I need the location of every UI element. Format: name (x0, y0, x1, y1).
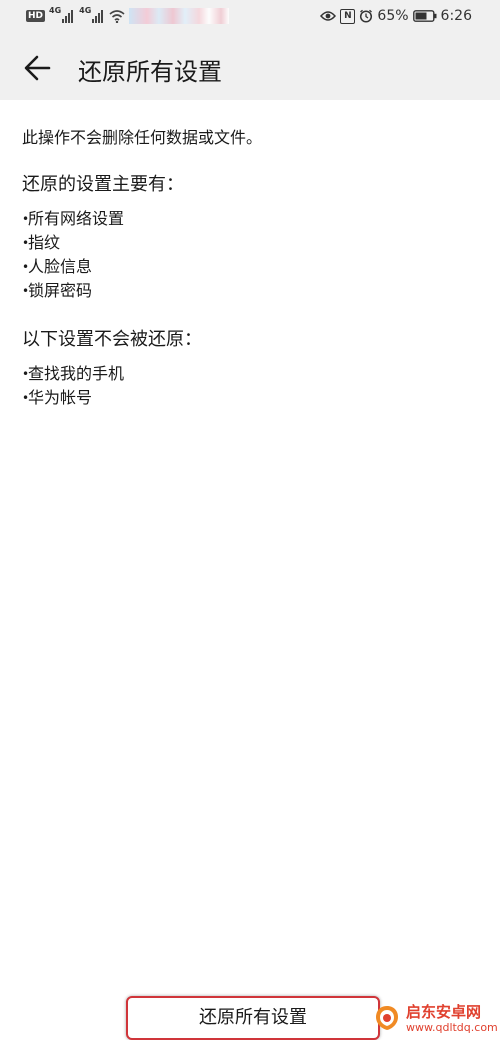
reset-items-heading: 还原的设置主要有： (22, 174, 184, 195)
list-item-label: 华为帐号 (28, 388, 93, 407)
hd-badge: HD (26, 10, 46, 22)
status-left: HD 4G 4G (26, 5, 230, 24)
network-type-label-2: 4G (79, 5, 92, 15)
list-item: •人脸信息 (22, 255, 478, 279)
wifi-icon (109, 9, 125, 23)
back-arrow-icon (24, 55, 51, 81)
list-item-label: 查找我的手机 (28, 364, 125, 383)
eye-comfort-icon (320, 11, 337, 21)
list-item: •锁屏密码 (22, 279, 478, 303)
nfc-icon: N (340, 8, 356, 24)
watermark-text: 启东安卓网 www.qdltdq.com (406, 1003, 498, 1034)
list-item-label: 指纹 (28, 233, 61, 252)
list-item: •查找我的手机 (22, 362, 478, 386)
status-right: N 65% 6:26 (320, 8, 472, 24)
intro-text: 此操作不会删除任何数据或文件。 (22, 128, 263, 147)
app-bar: 还原所有设置 (0, 36, 500, 100)
list-item-label: 锁屏密码 (28, 281, 93, 300)
signal-icon (62, 9, 74, 23)
watermark-name: 启东安卓网 (406, 1002, 482, 1021)
not-reset-heading: 以下设置不会被还原： (22, 329, 202, 350)
battery-percent: 65% (377, 8, 409, 24)
back-button[interactable] (20, 52, 56, 84)
list-item-label: 人脸信息 (28, 257, 93, 276)
page-title: 还原所有设置 (78, 58, 222, 86)
reset-all-settings-button[interactable]: 还原所有设置 (126, 996, 380, 1040)
list-item: •所有网络设置 (22, 207, 478, 231)
blurred-carrier-name (129, 8, 230, 24)
alarm-icon (360, 9, 373, 23)
list-item: •华为帐号 (22, 386, 478, 410)
list-item: •指纹 (22, 231, 478, 255)
battery-icon (412, 10, 437, 22)
watermark: 启东安卓网 www.qdltdq.com (372, 1000, 498, 1036)
watermark-logo-icon (376, 1006, 398, 1030)
list-item-label: 所有网络设置 (28, 209, 125, 228)
content-area: 此操作不会删除任何数据或文件。 还原的设置主要有： •所有网络设置 •指纹 •人… (22, 100, 478, 410)
clock-time: 6:26 (440, 8, 472, 24)
signal-icon-2 (92, 9, 104, 23)
status-bar: HD 4G 4G N 65% 6:26 (0, 0, 500, 36)
network-type-label: 4G (49, 5, 62, 15)
watermark-url: www.qdltdq.com (406, 1020, 498, 1034)
